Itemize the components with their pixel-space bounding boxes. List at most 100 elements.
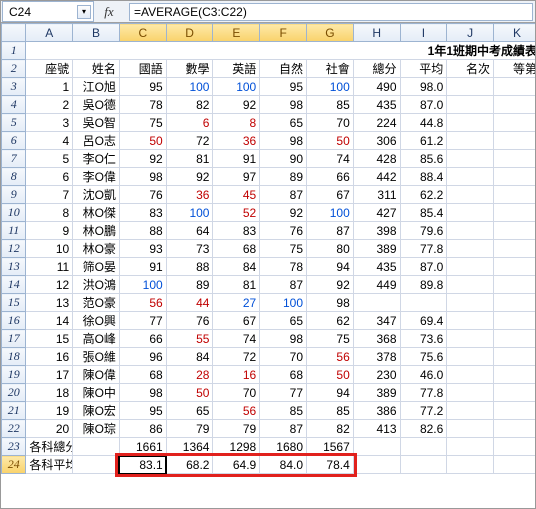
cell-A15[interactable]: 13 — [26, 294, 73, 312]
cell-K22[interactable] — [494, 420, 535, 438]
title-cell[interactable]: 1年1班期中考成績表 — [26, 42, 535, 60]
cell-D11[interactable]: 64 — [166, 222, 213, 240]
avg-d[interactable]: 68.2 — [166, 456, 213, 474]
cell-E12[interactable]: 68 — [213, 240, 260, 258]
cell-I18[interactable]: 75.6 — [400, 348, 447, 366]
cell-I9[interactable]: 62.2 — [400, 186, 447, 204]
cell-I3[interactable]: 98.0 — [400, 78, 447, 96]
cell-D10[interactable]: 100 — [166, 204, 213, 222]
cell-C13[interactable]: 91 — [119, 258, 166, 276]
cell-D9[interactable]: 36 — [166, 186, 213, 204]
cell-J6[interactable] — [447, 132, 494, 150]
cell-I7[interactable]: 85.6 — [400, 150, 447, 168]
cell-F7[interactable]: 90 — [260, 150, 307, 168]
cell-C14[interactable]: 100 — [119, 276, 166, 294]
cell-E11[interactable]: 83 — [213, 222, 260, 240]
cell-A5[interactable]: 3 — [26, 114, 73, 132]
cell-I11[interactable]: 79.6 — [400, 222, 447, 240]
cell-D15[interactable]: 44 — [166, 294, 213, 312]
cell-J14[interactable] — [447, 276, 494, 294]
cell-C8[interactable]: 98 — [119, 168, 166, 186]
cell-B8[interactable]: 李O偉 — [73, 168, 120, 186]
cell-D13[interactable]: 88 — [166, 258, 213, 276]
row-header-24[interactable]: 24 — [2, 456, 26, 474]
cell-A17[interactable]: 15 — [26, 330, 73, 348]
row-header-8[interactable]: 8 — [2, 168, 26, 186]
cell-C17[interactable]: 66 — [119, 330, 166, 348]
row-header-13[interactable]: 13 — [2, 258, 26, 276]
cell-B14[interactable]: 洪O鴻 — [73, 276, 120, 294]
cell-H6[interactable]: 306 — [353, 132, 400, 150]
col-header-I[interactable]: I — [400, 24, 447, 42]
row-header-7[interactable]: 7 — [2, 150, 26, 168]
row-header-11[interactable]: 11 — [2, 222, 26, 240]
row-header-19[interactable]: 19 — [2, 366, 26, 384]
cell-G21[interactable]: 85 — [307, 402, 354, 420]
cell-G20[interactable]: 94 — [307, 384, 354, 402]
cell-A12[interactable]: 10 — [26, 240, 73, 258]
cell-I21[interactable]: 77.2 — [400, 402, 447, 420]
cell-C18[interactable]: 96 — [119, 348, 166, 366]
cell-F13[interactable]: 78 — [260, 258, 307, 276]
cell-A13[interactable]: 11 — [26, 258, 73, 276]
cell-J7[interactable] — [447, 150, 494, 168]
cell-E7[interactable]: 91 — [213, 150, 260, 168]
cell-A21[interactable]: 19 — [26, 402, 73, 420]
avg-f[interactable]: 84.0 — [260, 456, 307, 474]
cell-D8[interactable]: 92 — [166, 168, 213, 186]
cell-H14[interactable]: 449 — [353, 276, 400, 294]
row-header-20[interactable]: 20 — [2, 384, 26, 402]
cell-G13[interactable]: 94 — [307, 258, 354, 276]
avg-g[interactable]: 78.4 — [307, 456, 354, 474]
row-header-14[interactable]: 14 — [2, 276, 26, 294]
header-C[interactable]: 國語 — [119, 60, 166, 78]
cell-B9[interactable]: 沈O凱 — [73, 186, 120, 204]
corner-cell[interactable] — [2, 24, 26, 42]
cell-D14[interactable]: 89 — [166, 276, 213, 294]
cell-empty23-1[interactable] — [400, 438, 447, 456]
cell-F14[interactable]: 87 — [260, 276, 307, 294]
cell-H18[interactable]: 378 — [353, 348, 400, 366]
col-header-J[interactable]: J — [447, 24, 494, 42]
header-F[interactable]: 自然 — [260, 60, 307, 78]
cell-B23[interactable] — [73, 438, 120, 456]
cell-D17[interactable]: 55 — [166, 330, 213, 348]
cell-J16[interactable] — [447, 312, 494, 330]
cell-K13[interactable] — [494, 258, 535, 276]
cell-K8[interactable] — [494, 168, 535, 186]
cell-E4[interactable]: 92 — [213, 96, 260, 114]
cell-C16[interactable]: 77 — [119, 312, 166, 330]
cell-K11[interactable] — [494, 222, 535, 240]
header-D[interactable]: 數學 — [166, 60, 213, 78]
cell-K9[interactable] — [494, 186, 535, 204]
cell-C21[interactable]: 95 — [119, 402, 166, 420]
row-header-5[interactable]: 5 — [2, 114, 26, 132]
cell-K18[interactable] — [494, 348, 535, 366]
row-header-16[interactable]: 16 — [2, 312, 26, 330]
cell-I16[interactable]: 69.4 — [400, 312, 447, 330]
cell-B11[interactable]: 林O鵬 — [73, 222, 120, 240]
col-header-H[interactable]: H — [353, 24, 400, 42]
cell-C20[interactable]: 98 — [119, 384, 166, 402]
total-c[interactable]: 1661 — [119, 438, 166, 456]
total-f[interactable]: 1680 — [260, 438, 307, 456]
cell-D6[interactable]: 72 — [166, 132, 213, 150]
cell-K4[interactable] — [494, 96, 535, 114]
cell-D4[interactable]: 82 — [166, 96, 213, 114]
cell-J19[interactable] — [447, 366, 494, 384]
cell-C6[interactable]: 50 — [119, 132, 166, 150]
cell-H10[interactable]: 427 — [353, 204, 400, 222]
cell-C12[interactable]: 93 — [119, 240, 166, 258]
chevron-down-icon[interactable]: ▾ — [77, 5, 91, 19]
cell-B13[interactable]: 筛O晏 — [73, 258, 120, 276]
col-header-B[interactable]: B — [73, 24, 120, 42]
cell-F5[interactable]: 65 — [260, 114, 307, 132]
cell-G16[interactable]: 62 — [307, 312, 354, 330]
cell-B17[interactable]: 高O峰 — [73, 330, 120, 348]
col-header-G[interactable]: G — [307, 24, 354, 42]
cell-I10[interactable]: 85.4 — [400, 204, 447, 222]
cell-D5[interactable]: 6 — [166, 114, 213, 132]
cell-A20[interactable]: 18 — [26, 384, 73, 402]
cell-E14[interactable]: 81 — [213, 276, 260, 294]
cell-G6[interactable]: 50 — [307, 132, 354, 150]
